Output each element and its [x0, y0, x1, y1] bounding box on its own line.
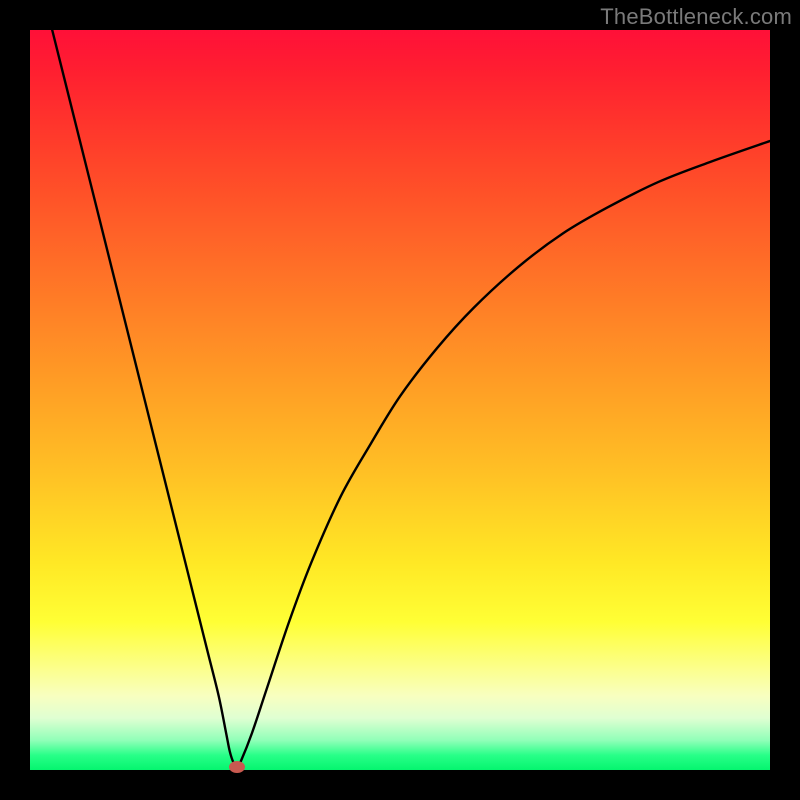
curve-layer [30, 30, 770, 770]
plot-area [30, 30, 770, 770]
bottleneck-curve [52, 30, 770, 767]
chart-frame: TheBottleneck.com [0, 0, 800, 800]
minimum-marker [229, 761, 245, 773]
watermark-text: TheBottleneck.com [600, 4, 792, 30]
